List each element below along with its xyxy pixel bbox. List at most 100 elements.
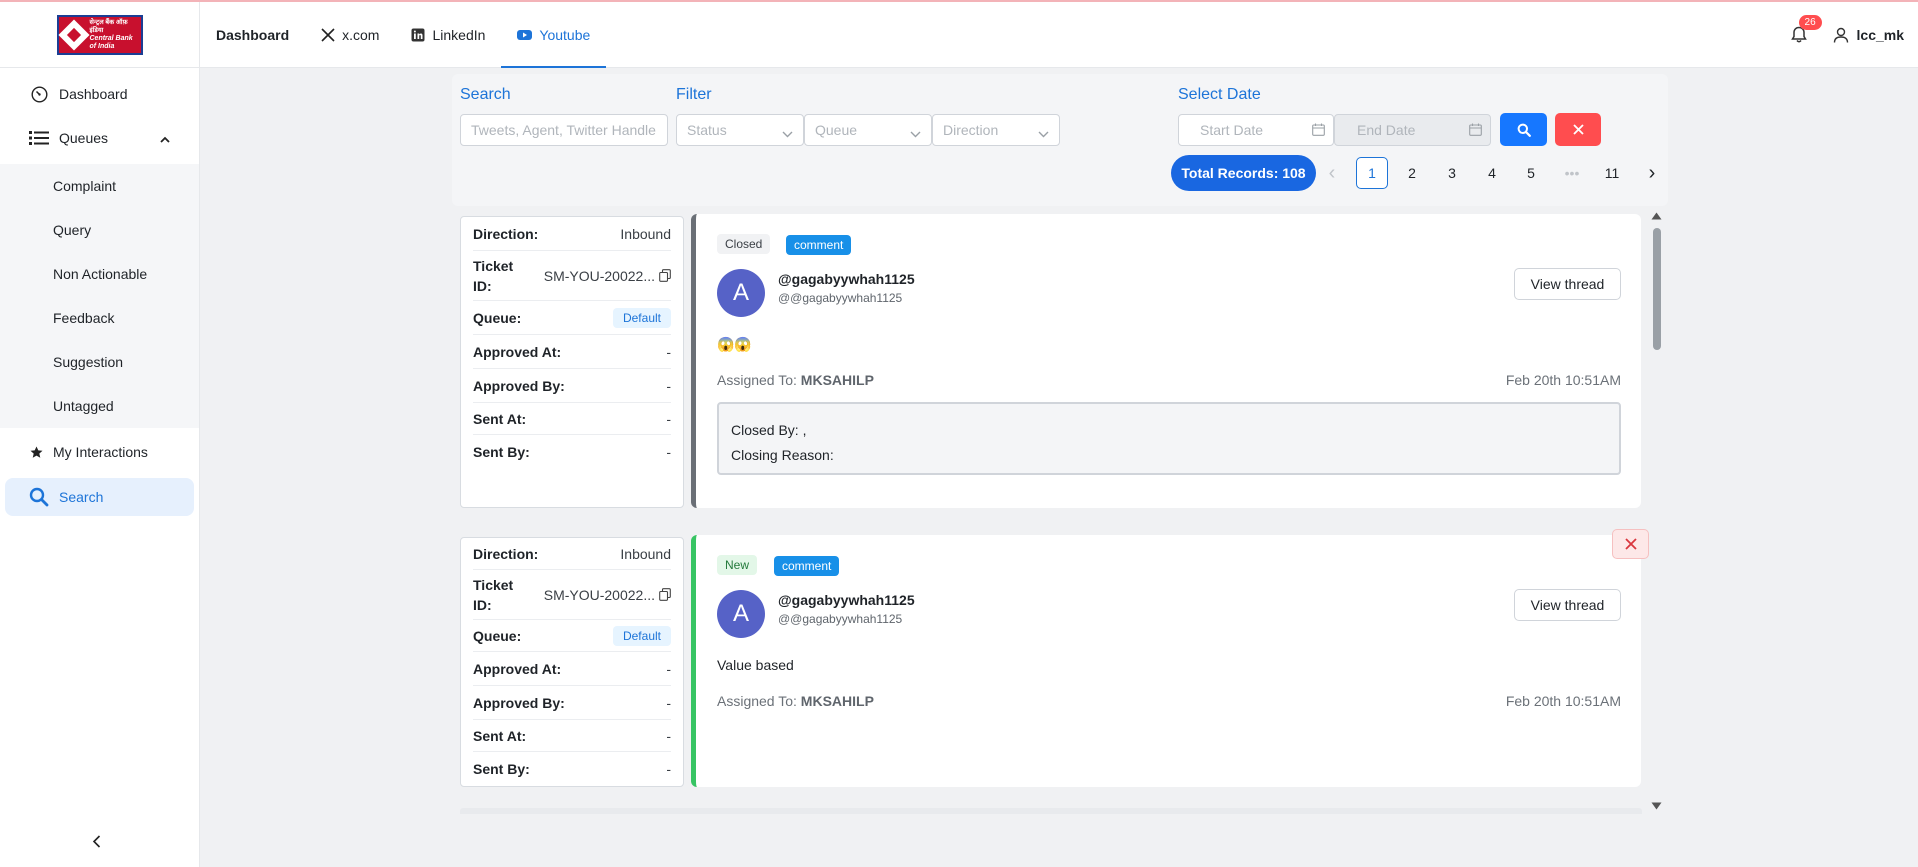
queue-select[interactable]: Queue bbox=[804, 114, 932, 146]
calendar-icon bbox=[1469, 123, 1482, 139]
scroll-up-arrow-icon[interactable] bbox=[1651, 212, 1662, 220]
start-date-placeholder: Start Date bbox=[1200, 122, 1264, 138]
chevron-down-icon bbox=[1038, 125, 1049, 141]
pagination-page-3[interactable]: 3 bbox=[1436, 157, 1468, 189]
pagination-page-1[interactable]: 1 bbox=[1356, 157, 1388, 189]
filter-section-label: Filter bbox=[676, 86, 712, 103]
status-badge: Closed bbox=[717, 234, 771, 254]
sidebar-item-my-interactions[interactable]: My Interactions bbox=[5, 433, 194, 471]
channel-tabs: Dashboard x.com LinkedIn Youtube bbox=[200, 2, 607, 68]
tab-youtube[interactable]: Youtube bbox=[501, 2, 607, 68]
logo-english-text: Central Bank of India bbox=[89, 35, 133, 50]
sidebar-item-queues[interactable]: Queues bbox=[5, 119, 194, 157]
sidebar-subitem-suggestion[interactable]: Suggestion bbox=[0, 340, 199, 384]
pagination-prev-button[interactable]: ‹ bbox=[1316, 157, 1348, 189]
subitem-label: Query bbox=[53, 222, 92, 238]
page-number: 1 bbox=[1368, 165, 1376, 181]
sidebar-item-label: Dashboard bbox=[59, 86, 128, 102]
clear-filters-button[interactable] bbox=[1555, 113, 1601, 146]
author-subhandle: @@gagabyywhah1125 bbox=[778, 291, 903, 305]
close-record-button[interactable] bbox=[1612, 529, 1649, 559]
logo-container[interactable]: सेन्ट्रल बैंक ऑफ़ इंडिया Central Bank of… bbox=[0, 2, 200, 68]
start-date-input[interactable]: Start Date bbox=[1178, 114, 1334, 146]
direction-value: Inbound bbox=[620, 545, 671, 562]
user-icon bbox=[1833, 27, 1848, 43]
subitem-label: Feedback bbox=[53, 310, 115, 326]
sidebar-subitem-complaint[interactable]: Complaint bbox=[0, 164, 199, 208]
page-number: 5 bbox=[1527, 165, 1535, 181]
chevron-down-icon bbox=[782, 125, 793, 141]
pagination-next-button[interactable]: › bbox=[1636, 157, 1668, 189]
view-thread-button[interactable]: View thread bbox=[1514, 589, 1621, 621]
record-meta-card: Direction: Inbound Ticket ID: SM-YOU-2002… bbox=[460, 537, 684, 787]
pagination-ellipsis[interactable]: ••• bbox=[1556, 157, 1588, 189]
approved-by-value: - bbox=[666, 377, 671, 394]
tab-label: x.com bbox=[342, 27, 380, 43]
pagination-page-11[interactable]: 11 bbox=[1596, 157, 1628, 189]
type-badge: comment bbox=[774, 556, 840, 576]
approved-at-label: Approved At: bbox=[473, 660, 562, 677]
direction-label: Direction: bbox=[473, 225, 539, 242]
chevron-left-icon: ‹ bbox=[1328, 161, 1336, 184]
page-ellipsis: ••• bbox=[1564, 165, 1580, 181]
x-logo-icon bbox=[321, 28, 335, 42]
closed-by-text: Closed By: , bbox=[731, 422, 807, 438]
assigned-label: Assigned To: bbox=[717, 372, 797, 388]
approved-by-value: - bbox=[666, 694, 671, 711]
search-input[interactable]: Tweets, Agent, Twitter Handle bbox=[460, 114, 668, 146]
search-button[interactable] bbox=[1500, 113, 1547, 146]
avatar: A bbox=[717, 590, 765, 638]
type-badge: comment bbox=[786, 235, 852, 255]
approved-at-value: - bbox=[666, 343, 671, 360]
logo-diamond-icon bbox=[57, 19, 90, 51]
subitem-label: Suggestion bbox=[53, 354, 124, 370]
search-placeholder: Tweets, Agent, Twitter Handle bbox=[471, 122, 656, 138]
sent-by-label: Sent By: bbox=[473, 444, 530, 460]
direction-select[interactable]: Direction bbox=[932, 114, 1060, 146]
logo-hindi-text: सेन्ट्रल बैंक ऑफ़ इंडिया bbox=[89, 19, 128, 34]
search-icon bbox=[1517, 123, 1531, 137]
pagination-page-4[interactable]: 4 bbox=[1476, 157, 1508, 189]
avatar: A bbox=[717, 269, 765, 317]
sidebar-item-label: Search bbox=[59, 489, 104, 505]
tab-dashboard[interactable]: Dashboard bbox=[200, 2, 305, 68]
record-meta-card: Direction: Inbound Ticket ID: SM-YOU-2002… bbox=[460, 216, 684, 508]
queue-badge: Default bbox=[612, 625, 671, 646]
status-select[interactable]: Status bbox=[676, 114, 804, 146]
sidebar-subitem-query[interactable]: Query bbox=[0, 208, 199, 252]
copy-icon[interactable] bbox=[659, 269, 671, 282]
tab-linkedin[interactable]: LinkedIn bbox=[395, 2, 501, 68]
scrollbar-thumb[interactable] bbox=[1653, 228, 1661, 350]
sidebar-item-dashboard[interactable]: Dashboard bbox=[5, 75, 194, 113]
author-handle: @gagabyywhah1125 bbox=[778, 592, 915, 608]
page-number: 11 bbox=[1604, 165, 1620, 181]
sidebar-subitem-feedback[interactable]: Feedback bbox=[0, 296, 199, 340]
username: lcc_mk bbox=[1856, 27, 1904, 43]
sidebar-subitem-non-actionable[interactable]: Non Actionable bbox=[0, 252, 199, 296]
notification-count-badge: 26 bbox=[1798, 15, 1822, 30]
sidebar-item-search[interactable]: Search bbox=[5, 478, 194, 516]
sidebar-subitem-untagged[interactable]: Untagged bbox=[0, 384, 199, 428]
ticket-id-value: SM-YOU-20022... bbox=[543, 586, 655, 603]
sidebar: Dashboard Queues Complaint Query Non Act… bbox=[0, 68, 200, 867]
status-badge: New bbox=[717, 555, 758, 575]
approved-at-value: - bbox=[666, 660, 671, 677]
notifications-button[interactable]: 26 bbox=[1787, 15, 1822, 47]
chevron-up-icon bbox=[160, 130, 170, 146]
pagination-page-5[interactable]: 5 bbox=[1515, 157, 1547, 189]
user-menu[interactable]: lcc_mk bbox=[1833, 27, 1904, 43]
view-thread-button[interactable]: View thread bbox=[1514, 268, 1621, 300]
closing-info-box: Closed By: , Closing Reason: bbox=[717, 402, 1621, 475]
copy-icon[interactable] bbox=[659, 588, 671, 601]
scroll-down-arrow-icon[interactable] bbox=[1651, 802, 1662, 810]
end-date-input[interactable]: End Date bbox=[1334, 114, 1491, 146]
tab-x-com[interactable]: x.com bbox=[305, 2, 395, 68]
collapse-sidebar-button[interactable] bbox=[92, 835, 101, 851]
chevron-left-icon bbox=[92, 835, 101, 848]
subitem-label: Untagged bbox=[53, 398, 114, 414]
pagination-page-2[interactable]: 2 bbox=[1396, 157, 1428, 189]
tab-label: Youtube bbox=[539, 27, 591, 43]
subitem-label: Complaint bbox=[53, 178, 117, 194]
calendar-icon bbox=[1312, 123, 1325, 139]
approved-by-label: Approved By: bbox=[473, 377, 565, 394]
